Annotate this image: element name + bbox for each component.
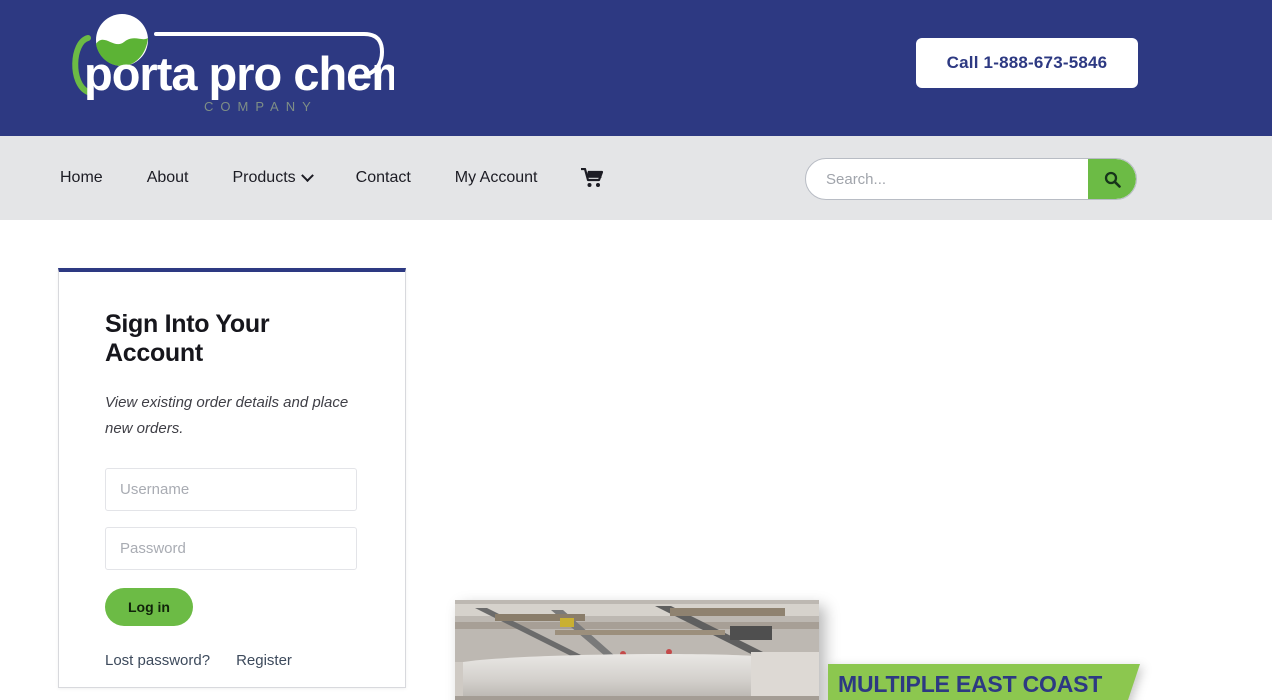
shopping-cart-icon — [581, 168, 604, 187]
nav-links: Home About Products Contact My Account — [56, 136, 625, 220]
nav-item-label: Products — [232, 169, 296, 186]
main-content: Sign Into Your Account View existing ord… — [0, 220, 1272, 700]
site-header: porta pro chem COMPANY Call 1-888-673-58… — [0, 0, 1272, 136]
nav-item-products[interactable]: Products — [211, 136, 334, 220]
svg-text:COMPANY: COMPANY — [204, 99, 318, 114]
search-icon — [1104, 171, 1121, 188]
username-input[interactable] — [105, 467, 357, 511]
chevron-down-icon — [300, 168, 314, 182]
lost-password-link[interactable]: Lost password? — [105, 652, 210, 669]
login-subtitle: View existing order details and place ne… — [105, 394, 349, 437]
search-submit-button[interactable] — [1088, 159, 1136, 199]
login-card: Sign Into Your Account View existing ord… — [58, 268, 406, 688]
register-link[interactable]: Register — [236, 652, 292, 669]
search-input[interactable] — [806, 159, 1088, 199]
login-button[interactable]: Log in — [105, 587, 193, 626]
nav-item-about[interactable]: About — [125, 136, 211, 220]
page-title: Sign Into Your Account — [105, 310, 270, 367]
svg-text:porta pro chem: porta pro chem — [84, 47, 394, 100]
nav-item-label: Home — [60, 169, 103, 186]
password-input[interactable] — [105, 526, 357, 570]
promo-banner-shape — [828, 664, 1140, 700]
login-helper-links: Lost password? Register — [105, 652, 359, 669]
warehouse-photo — [455, 600, 819, 700]
nav-item-label: Contact — [355, 169, 411, 186]
nav-item-label: About — [146, 169, 189, 186]
search-box[interactable] — [805, 158, 1137, 200]
main-navbar: Home About Products Contact My Account — [0, 136, 1272, 220]
cart-button[interactable] — [559, 136, 625, 220]
site-logo[interactable]: porta pro chem COMPANY — [64, 8, 394, 120]
nav-item-home[interactable]: Home — [56, 136, 125, 220]
call-phone-button[interactable]: Call 1-888-673-5846 — [916, 38, 1138, 88]
nav-item-my-account[interactable]: My Account — [433, 136, 560, 220]
nav-item-contact[interactable]: Contact — [334, 136, 433, 220]
nav-item-label: My Account — [454, 169, 538, 186]
